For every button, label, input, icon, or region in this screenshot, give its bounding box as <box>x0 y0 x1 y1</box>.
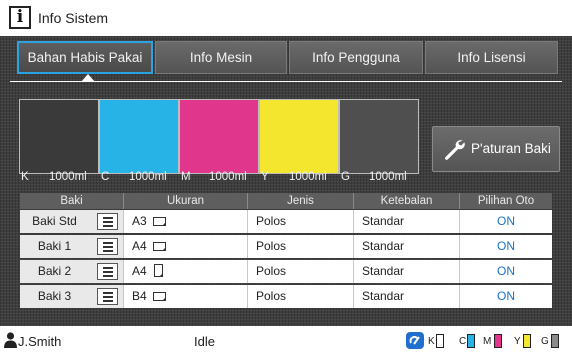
status-ink-label-k: K <box>428 336 435 347</box>
paper-size: A4 <box>124 235 248 258</box>
status-ink-label-g: G <box>541 336 549 347</box>
landscape-paper-icon <box>153 242 166 251</box>
status-bar: J.Smith Idle K C M Y G <box>0 326 572 352</box>
status-ink-label-c: C <box>459 336 467 347</box>
ink-code: Y <box>261 171 269 183</box>
ink-status-icon[interactable] <box>406 332 424 349</box>
paper-size-text: A3 <box>132 214 147 228</box>
ink-code: G <box>341 171 350 183</box>
paper-size: A3 <box>124 210 248 233</box>
tab-info-lisensi[interactable]: Info Lisensi <box>425 41 558 74</box>
paper-thickness: Standar <box>354 210 460 233</box>
table-row[interactable]: Baki 1 A4 Polos Standar ON <box>20 235 552 258</box>
col-header-pilihan-oto: Pilihan Oto <box>477 195 535 207</box>
ink-swatch-g <box>339 99 419 174</box>
ink-code: K <box>21 171 29 183</box>
user-icon <box>4 332 17 352</box>
tray-settings-button[interactable]: P'aturan Baki <box>432 126 560 172</box>
tab-divider <box>10 81 562 82</box>
status-ink-level-k <box>436 334 444 348</box>
paper-type: Polos <box>248 210 354 233</box>
auto-select-status: ON <box>497 264 515 278</box>
status-ink-level-g <box>551 334 559 348</box>
portrait-paper-icon <box>154 264 163 277</box>
col-header-baki: Baki <box>20 193 124 209</box>
detail-list-icon[interactable] <box>97 213 118 230</box>
ink-volume: 1000ml <box>129 171 167 183</box>
landscape-paper-icon <box>153 292 166 301</box>
ink-code: M <box>181 171 191 183</box>
paper-type: Polos <box>248 260 354 283</box>
title-bar: i Info Sistem <box>0 0 572 36</box>
auto-select-status: ON <box>497 289 515 303</box>
status-ink-level-y <box>523 334 531 348</box>
status-ink-level-c <box>467 334 475 348</box>
tab-bahan-habis-pakai[interactable]: Bahan Habis Pakai <box>17 41 153 74</box>
status-ink-level-m <box>494 334 502 348</box>
info-icon: i <box>9 6 31 29</box>
paper-size-text: A4 <box>132 239 147 253</box>
paper-size: B4 <box>124 285 248 308</box>
status-ink-label-m: M <box>483 336 492 347</box>
landscape-paper-icon <box>153 217 166 226</box>
table-header: Baki Ukuran Jenis Ketebalan Pilihan Oto <box>20 193 552 209</box>
col-header-ukuran: Ukuran <box>124 193 248 209</box>
paper-size-text: B4 <box>132 289 147 303</box>
tray-settings-label: P'aturan Baki <box>471 141 551 156</box>
ink-code: C <box>101 171 110 183</box>
window-title: Info Sistem <box>38 10 109 26</box>
ink-swatch-y <box>259 99 339 174</box>
paper-thickness: Standar <box>354 285 460 308</box>
machine-state: Idle <box>194 334 215 349</box>
wrench-icon <box>442 137 466 164</box>
ink-volume: 1000ml <box>209 171 247 183</box>
paper-type: Polos <box>248 235 354 258</box>
paper-thickness: Standar <box>354 235 460 258</box>
tab-info-mesin[interactable]: Info Mesin <box>155 41 287 74</box>
paper-thickness: Standar <box>354 260 460 283</box>
table-row[interactable]: Baki Std A3 Polos Standar ON <box>20 210 552 233</box>
paper-size: A4 <box>124 260 248 283</box>
col-header-jenis: Jenis <box>248 193 354 209</box>
detail-list-icon[interactable] <box>97 238 118 255</box>
ink-swatch-k <box>19 99 99 174</box>
tab-info-pengguna[interactable]: Info Pengguna <box>289 41 423 74</box>
col-header-ketebalan: Ketebalan <box>354 193 460 209</box>
detail-list-icon[interactable] <box>97 263 118 280</box>
ink-swatch-m <box>179 99 259 174</box>
ink-volume: 1000ml <box>369 171 407 183</box>
table-row[interactable]: Baki 3 B4 Polos Standar ON <box>20 285 552 308</box>
paper-size-text: A4 <box>132 264 147 278</box>
user-name[interactable]: J.Smith <box>18 334 61 349</box>
table-row[interactable]: Baki 2 A4 Polos Standar ON <box>20 260 552 283</box>
status-ink-label-y: Y <box>514 336 521 347</box>
auto-select-status: ON <box>497 239 515 253</box>
auto-select-status: ON <box>497 214 515 228</box>
paper-type: Polos <box>248 285 354 308</box>
ink-volume: 1000ml <box>289 171 327 183</box>
detail-list-icon[interactable] <box>97 288 118 305</box>
ink-volume: 1000ml <box>49 171 87 183</box>
ink-swatch-c <box>99 99 179 174</box>
